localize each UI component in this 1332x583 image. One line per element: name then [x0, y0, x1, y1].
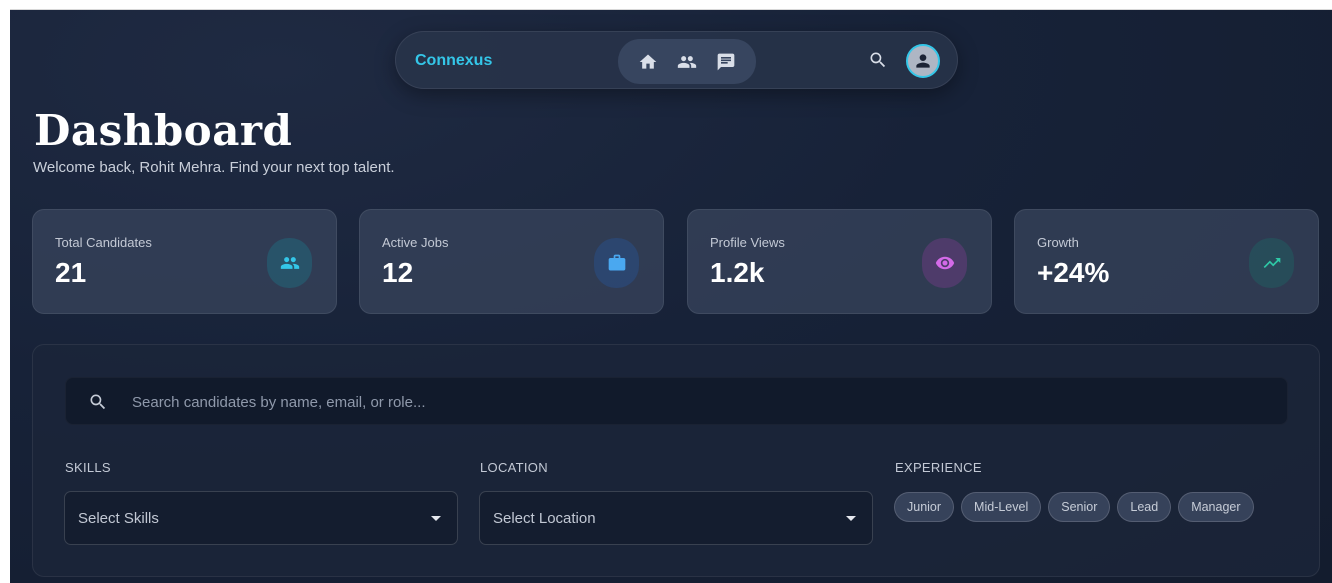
- home-icon[interactable]: [633, 47, 663, 77]
- chat-icon[interactable]: [711, 47, 741, 77]
- location-select[interactable]: Select Location: [479, 491, 873, 545]
- page-title: Dashboard: [34, 106, 293, 155]
- experience-label: EXPERIENCE: [895, 460, 982, 475]
- people-icon: [267, 238, 312, 288]
- browser-edge-top: [0, 0, 1332, 10]
- search-icon: [90, 394, 106, 410]
- stat-value: 1.2k: [710, 257, 765, 288]
- caret-down-icon: [431, 516, 441, 521]
- stat-value: 12: [382, 257, 414, 288]
- chip-mid-level[interactable]: Mid-Level: [961, 492, 1042, 522]
- candidate-filter-panel: SKILLS Select Skills LOCATION Select Loc…: [32, 344, 1320, 577]
- person-icon: [916, 54, 930, 68]
- avatar[interactable]: [906, 44, 940, 78]
- location-label: LOCATION: [480, 460, 548, 475]
- stat-value: 21: [55, 257, 87, 288]
- candidate-search-box: [65, 377, 1288, 426]
- location-select-value: Select Location: [493, 510, 596, 527]
- trending-up-icon: [1249, 238, 1294, 288]
- eye-icon: [922, 238, 967, 288]
- brand-logo[interactable]: Connexus: [415, 52, 492, 70]
- stat-value: +24%: [1037, 257, 1110, 288]
- chip-lead[interactable]: Lead: [1117, 492, 1172, 522]
- stat-card-growth[interactable]: Growth +24%: [1014, 209, 1319, 314]
- briefcase-icon: [594, 238, 639, 288]
- page-subtitle: Welcome back, Rohit Mehra. Find your nex…: [33, 159, 395, 176]
- browser-edge-left: [0, 0, 10, 583]
- stat-label: Total Candidates: [55, 235, 152, 250]
- stat-card-active-jobs[interactable]: Active Jobs 12: [359, 209, 664, 314]
- search-icon[interactable]: [868, 50, 890, 72]
- people-icon[interactable]: [672, 47, 702, 77]
- stat-label: Active Jobs: [382, 235, 449, 250]
- candidate-search-input[interactable]: [132, 378, 1272, 426]
- skills-select[interactable]: Select Skills: [64, 491, 458, 545]
- skills-label: SKILLS: [65, 460, 111, 475]
- skills-select-value: Select Skills: [78, 510, 159, 527]
- chip-senior[interactable]: Senior: [1048, 492, 1111, 522]
- experience-chip-group: Junior Mid-Level Senior Lead Manager: [894, 492, 1254, 522]
- chip-junior[interactable]: Junior: [894, 492, 955, 522]
- caret-down-icon: [846, 516, 856, 521]
- stat-card-total-candidates[interactable]: Total Candidates 21: [32, 209, 337, 314]
- top-nav: Connexus: [395, 31, 958, 89]
- stat-card-profile-views[interactable]: Profile Views 1.2k: [687, 209, 992, 314]
- stat-label: Profile Views: [710, 235, 785, 250]
- dashboard-page: Connexus Dashboard Welcome back, Rohit M…: [10, 10, 1332, 583]
- stat-label: Growth: [1037, 235, 1079, 250]
- chip-manager[interactable]: Manager: [1178, 492, 1254, 522]
- nav-icon-group: [618, 39, 756, 84]
